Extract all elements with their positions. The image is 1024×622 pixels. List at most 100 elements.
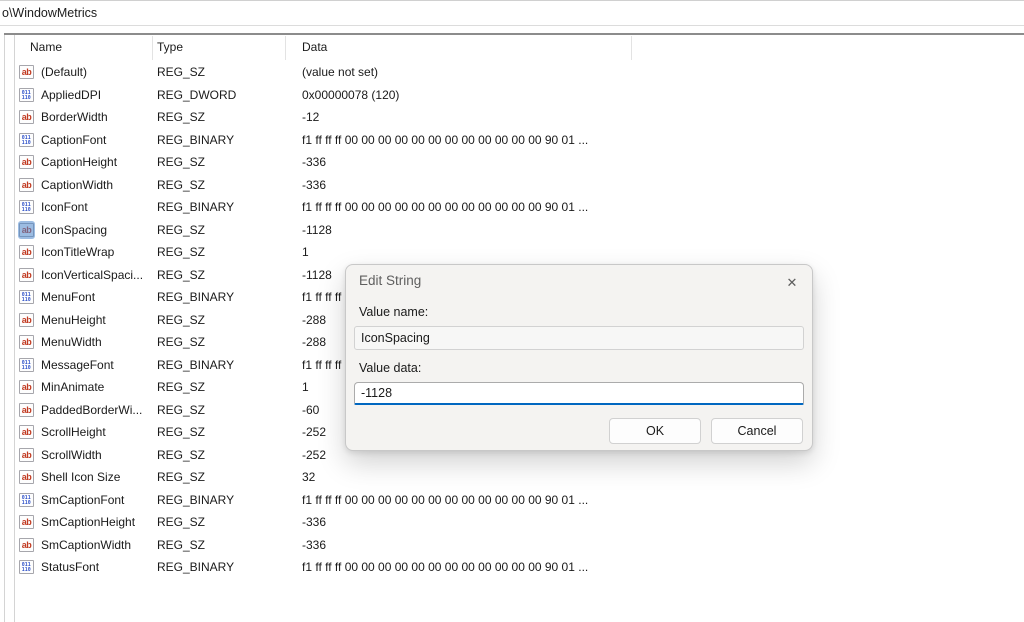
value-icon-wrap: 011110 — [19, 88, 34, 102]
registry-value-row[interactable]: 011110 AppliedDPI REG_DWORD 0x00000078 (… — [16, 84, 1024, 107]
registry-value-row[interactable]: ab Shell Icon Size REG_SZ 32 — [16, 466, 1024, 489]
value-type-cell: REG_SZ — [157, 178, 302, 192]
column-header-type[interactable]: Type — [157, 40, 183, 54]
reg-string-icon: ab — [19, 178, 34, 192]
value-data-cell: 0x00000078 (120) — [302, 88, 1024, 102]
registry-value-row[interactable]: ab CaptionHeight REG_SZ -336 — [16, 151, 1024, 174]
value-icon-wrap: ab — [19, 268, 34, 282]
value-icon-wrap: ab — [19, 380, 34, 394]
value-icon-wrap: ab — [19, 110, 34, 124]
value-type-cell: REG_SZ — [157, 538, 302, 552]
value-icon-wrap: ab — [19, 403, 34, 417]
value-data-label: Value data: — [359, 361, 421, 375]
value-name-cell[interactable]: AppliedDPI — [41, 88, 157, 102]
close-icon[interactable]: ✕ — [780, 271, 804, 295]
pane-splitter[interactable] — [14, 35, 15, 622]
value-name-cell[interactable]: PaddedBorderWi... — [41, 403, 157, 417]
reg-string-icon: ab — [19, 335, 34, 349]
value-data-cell: -336 — [302, 538, 1024, 552]
column-header-data[interactable]: Data — [302, 40, 327, 54]
value-name-cell[interactable]: CaptionFont — [41, 133, 157, 147]
value-name-cell[interactable]: MinAnimate — [41, 380, 157, 394]
registry-value-row[interactable]: 011110 SmCaptionFont REG_BINARY f1 ff ff… — [16, 489, 1024, 512]
value-type-cell: REG_SZ — [157, 448, 302, 462]
reg-string-icon: ab — [19, 515, 34, 529]
value-type-cell: REG_SZ — [157, 110, 302, 124]
column-divider[interactable] — [285, 36, 286, 60]
value-data-cell: 1 — [302, 245, 1024, 259]
registry-value-row[interactable]: ab CaptionWidth REG_SZ -336 — [16, 174, 1024, 197]
value-data-cell: 32 — [302, 470, 1024, 484]
value-name-cell[interactable]: BorderWidth — [41, 110, 157, 124]
value-icon-wrap: ab — [19, 65, 34, 79]
value-type-cell: REG_BINARY — [157, 200, 302, 214]
reg-string-icon: ab — [19, 65, 34, 79]
value-name-cell[interactable]: MenuFont — [41, 290, 157, 304]
registry-value-row[interactable]: 011110 StatusFont REG_BINARY f1 ff ff ff… — [16, 556, 1024, 579]
registry-value-row[interactable]: 011110 IconFont REG_BINARY f1 ff ff ff 0… — [16, 196, 1024, 219]
value-data-cell: f1 ff ff ff 00 00 00 00 00 00 00 00 00 0… — [302, 133, 1024, 147]
registry-value-row[interactable]: ab SmCaptionHeight REG_SZ -336 — [16, 511, 1024, 534]
registry-value-row[interactable]: ab BorderWidth REG_SZ -12 — [16, 106, 1024, 129]
registry-value-row[interactable]: ab IconTitleWrap REG_SZ 1 — [16, 241, 1024, 264]
registry-value-row[interactable]: ab SmCaptionWidth REG_SZ -336 — [16, 534, 1024, 557]
value-name-cell[interactable]: (Default) — [41, 65, 157, 79]
registry-value-row[interactable]: ab IconSpacing REG_SZ -1128 — [16, 219, 1024, 242]
value-type-cell: REG_SZ — [157, 65, 302, 79]
value-icon-wrap: ab — [19, 470, 34, 484]
value-data-input[interactable] — [354, 382, 804, 405]
reg-binary-icon: 011110 — [19, 88, 34, 102]
registry-value-row[interactable]: ab (Default) REG_SZ (value not set) — [16, 61, 1024, 84]
value-type-cell: REG_SZ — [157, 335, 302, 349]
value-icon-wrap: ab — [19, 335, 34, 349]
value-type-cell: REG_SZ — [157, 470, 302, 484]
value-icon-wrap: 011110 — [19, 200, 34, 214]
address-bar[interactable]: o\WindowMetrics — [0, 2, 1024, 25]
value-data-cell: -12 — [302, 110, 1024, 124]
value-data-cell: (value not set) — [302, 65, 1024, 79]
value-icon-wrap: ab — [19, 155, 34, 169]
value-type-cell: REG_SZ — [157, 245, 302, 259]
value-type-cell: REG_SZ — [157, 223, 302, 237]
value-name-cell[interactable]: StatusFont — [41, 560, 157, 574]
column-header-name[interactable]: Name — [30, 40, 62, 54]
value-name-cell[interactable]: SmCaptionFont — [41, 493, 157, 507]
value-icon-wrap: ab — [19, 223, 34, 237]
column-divider[interactable] — [631, 36, 632, 60]
reg-binary-icon: 011110 — [19, 290, 34, 304]
reg-string-icon: ab — [19, 155, 34, 169]
reg-string-icon: ab — [19, 380, 34, 394]
value-name-cell[interactable]: IconSpacing — [41, 223, 157, 237]
value-name-cell[interactable]: MessageFont — [41, 358, 157, 372]
ok-button[interactable]: OK — [609, 418, 701, 444]
value-name-cell[interactable]: ScrollHeight — [41, 425, 157, 439]
value-icon-wrap: 011110 — [19, 560, 34, 574]
value-name-cell[interactable]: MenuWidth — [41, 335, 157, 349]
value-name-cell[interactable]: SmCaptionHeight — [41, 515, 157, 529]
value-icon-wrap: 011110 — [19, 358, 34, 372]
value-name-cell[interactable]: IconTitleWrap — [41, 245, 157, 259]
value-name-cell[interactable]: ScrollWidth — [41, 448, 157, 462]
reg-string-icon: ab — [19, 448, 34, 462]
value-name-cell[interactable]: SmCaptionWidth — [41, 538, 157, 552]
value-name-cell[interactable]: Shell Icon Size — [41, 470, 157, 484]
value-data-cell: -336 — [302, 155, 1024, 169]
value-name-cell[interactable]: IconFont — [41, 200, 157, 214]
column-divider[interactable] — [152, 36, 153, 60]
value-name-cell[interactable]: CaptionWidth — [41, 178, 157, 192]
value-type-cell: REG_SZ — [157, 268, 302, 282]
value-name-cell[interactable]: CaptionHeight — [41, 155, 157, 169]
reg-string-icon: ab — [19, 470, 34, 484]
value-type-cell: REG_BINARY — [157, 133, 302, 147]
dialog-buttons: OK Cancel — [609, 418, 803, 444]
reg-string-icon: ab — [19, 268, 34, 282]
reg-binary-icon: 011110 — [19, 493, 34, 507]
reg-binary-icon: 011110 — [19, 133, 34, 147]
value-name-label: Value name: — [359, 305, 428, 319]
value-name-cell[interactable]: MenuHeight — [41, 313, 157, 327]
edit-string-dialog: Edit String ✕ Value name: Value data: OK… — [345, 264, 813, 451]
registry-value-row[interactable]: 011110 CaptionFont REG_BINARY f1 ff ff f… — [16, 129, 1024, 152]
reg-string-icon: ab — [19, 245, 34, 259]
value-name-cell[interactable]: IconVerticalSpaci... — [41, 268, 157, 282]
cancel-button[interactable]: Cancel — [711, 418, 803, 444]
